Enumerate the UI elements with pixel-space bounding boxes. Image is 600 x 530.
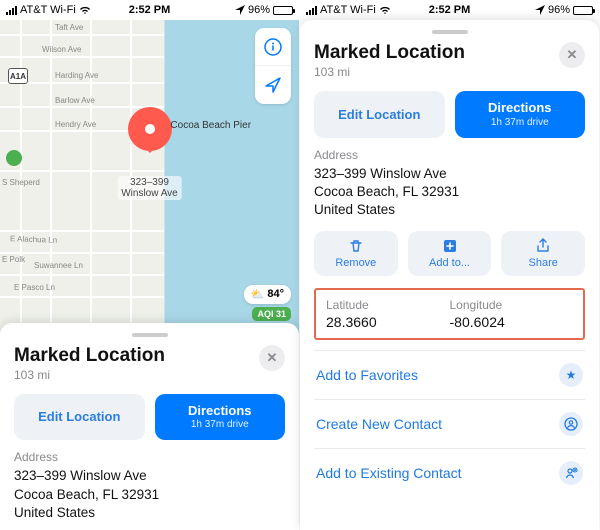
edit-location-label: Edit Location <box>38 409 120 425</box>
street-label: Suwannee Ln <box>34 261 83 270</box>
share-label: Share <box>529 257 558 269</box>
add-to-favorites-label: Add to Favorites <box>316 367 418 383</box>
sun-icon: ⛅ <box>251 288 265 301</box>
address-line: United States <box>14 504 285 522</box>
edit-location-label: Edit Location <box>338 107 420 123</box>
carrier-label: AT&T Wi-Fi <box>320 4 376 16</box>
battery-icon <box>573 6 593 15</box>
street-label: Taft Ave <box>55 23 83 32</box>
longitude-value: -80.6024 <box>450 314 574 330</box>
longitude-label: Longitude <box>450 298 574 312</box>
address-heading: Address <box>314 148 585 162</box>
sheet-title: Marked Location <box>314 42 465 64</box>
directions-sublabel: 1h 37m drive <box>491 117 549 129</box>
latitude-value: 28.3660 <box>326 314 450 330</box>
share-icon <box>535 238 551 254</box>
sheet-grabber[interactable] <box>432 30 468 34</box>
cellular-signal-icon <box>306 6 317 15</box>
temperature-label: 84° <box>267 288 284 300</box>
cellular-signal-icon <box>6 6 17 15</box>
address-block: 323–399 Winslow Ave Cocoa Beach, FL 3293… <box>14 467 285 522</box>
address-block: 323–399 Winslow Ave Cocoa Beach, FL 3293… <box>314 165 585 220</box>
street-label: Wilson Ave <box>42 45 81 54</box>
add-to-existing-contact-label: Add to Existing Contact <box>316 465 462 481</box>
address-line: 323–399 Winslow Ave <box>314 165 585 183</box>
map-controls <box>255 28 291 104</box>
address-heading: Address <box>14 450 285 464</box>
street-label: E Alachua Ln <box>10 234 57 245</box>
close-icon: ✕ <box>567 47 578 63</box>
remove-label: Remove <box>335 257 376 269</box>
star-icon: ★ <box>559 363 583 387</box>
battery-icon <box>273 6 293 15</box>
close-button[interactable]: ✕ <box>259 345 285 371</box>
route-shield: A1A <box>8 68 28 84</box>
directions-button[interactable]: Directions 1h 37m drive <box>455 91 586 138</box>
add-to-favorites-row[interactable]: Add to Favorites ★ <box>314 350 585 399</box>
poi-marker[interactable] <box>6 150 22 166</box>
street-label: E Pasco Ln <box>14 283 55 292</box>
create-new-contact-label: Create New Contact <box>316 416 442 432</box>
wifi-icon <box>379 6 391 15</box>
carrier-label: AT&T Wi-Fi <box>20 4 76 16</box>
add-to-existing-contact-row[interactable]: Add to Existing Contact <box>314 448 585 497</box>
close-button[interactable]: ✕ <box>559 42 585 68</box>
clock: 2:52 PM <box>129 4 171 16</box>
sheet-distance: 103 mi <box>14 368 165 382</box>
poi-label: Cocoa Beach Pier <box>170 120 251 131</box>
trash-icon <box>348 238 364 254</box>
sheet-title: Marked Location <box>14 345 165 367</box>
sheet-distance: 103 mi <box>314 65 465 79</box>
directions-label: Directions <box>188 403 252 419</box>
addto-label: Add to... <box>429 257 470 269</box>
battery-percent: 96% <box>548 4 570 16</box>
map-view[interactable]: Taft Ave Wilson Ave Harding Ave Barlow A… <box>0 20 299 333</box>
person-circle-icon <box>559 412 583 436</box>
map-pin[interactable] <box>128 107 172 151</box>
clock: 2:52 PM <box>429 4 471 16</box>
phone-right: AT&T Wi-Fi 2:52 PM 96% Marked Location 1… <box>300 0 600 530</box>
status-bar: AT&T Wi-Fi 2:52 PM 96% <box>300 0 599 20</box>
directions-sublabel: 1h 37m drive <box>191 419 249 431</box>
latitude-label: Latitude <box>326 298 450 312</box>
place-sheet[interactable]: Marked Location 103 mi ✕ Edit Location D… <box>0 323 299 530</box>
street-label: Harding Ave <box>55 71 98 80</box>
phone-left: AT&T Wi-Fi 2:52 PM 96% Taft Ave <box>0 0 300 530</box>
wifi-icon <box>79 6 91 15</box>
coordinates-box: Latitude 28.3660 Longitude -80.6024 <box>314 288 585 340</box>
address-line: Cocoa Beach, FL 32931 <box>14 486 285 504</box>
place-sheet-expanded[interactable]: Marked Location 103 mi ✕ Edit Location D… <box>300 20 599 530</box>
plus-square-icon <box>442 238 458 254</box>
location-services-icon <box>535 5 545 15</box>
create-new-contact-row[interactable]: Create New Contact <box>314 399 585 448</box>
directions-button[interactable]: Directions 1h 37m drive <box>155 394 286 441</box>
person-add-icon <box>559 461 583 485</box>
street-label: S Sheperd <box>2 178 40 187</box>
map-info-button[interactable] <box>255 28 291 66</box>
location-services-icon <box>235 5 245 15</box>
close-icon: ✕ <box>267 350 278 366</box>
pin-address-label: 323–399 Winslow Ave <box>117 176 182 200</box>
battery-percent: 96% <box>248 4 270 16</box>
directions-label: Directions <box>488 100 552 116</box>
address-line: United States <box>314 201 585 219</box>
edit-location-button[interactable]: Edit Location <box>314 91 445 138</box>
address-line: Cocoa Beach, FL 32931 <box>314 183 585 201</box>
sheet-grabber[interactable] <box>132 333 168 337</box>
status-bar: AT&T Wi-Fi 2:52 PM 96% <box>0 0 299 20</box>
share-button[interactable]: Share <box>501 231 585 276</box>
street-label: Barlow Ave <box>55 96 95 105</box>
remove-button[interactable]: Remove <box>314 231 398 276</box>
address-line: 323–399 Winslow Ave <box>14 467 285 485</box>
aqi-badge: AQI 31 <box>252 307 291 321</box>
edit-location-button[interactable]: Edit Location <box>14 394 145 441</box>
street-label: E Polk <box>2 255 25 264</box>
street-label: Hendry Ave <box>55 120 96 129</box>
weather-widget[interactable]: ⛅ 84° AQI 31 <box>244 285 291 321</box>
map-locate-button[interactable] <box>255 66 291 104</box>
add-to-button[interactable]: Add to... <box>408 231 492 276</box>
